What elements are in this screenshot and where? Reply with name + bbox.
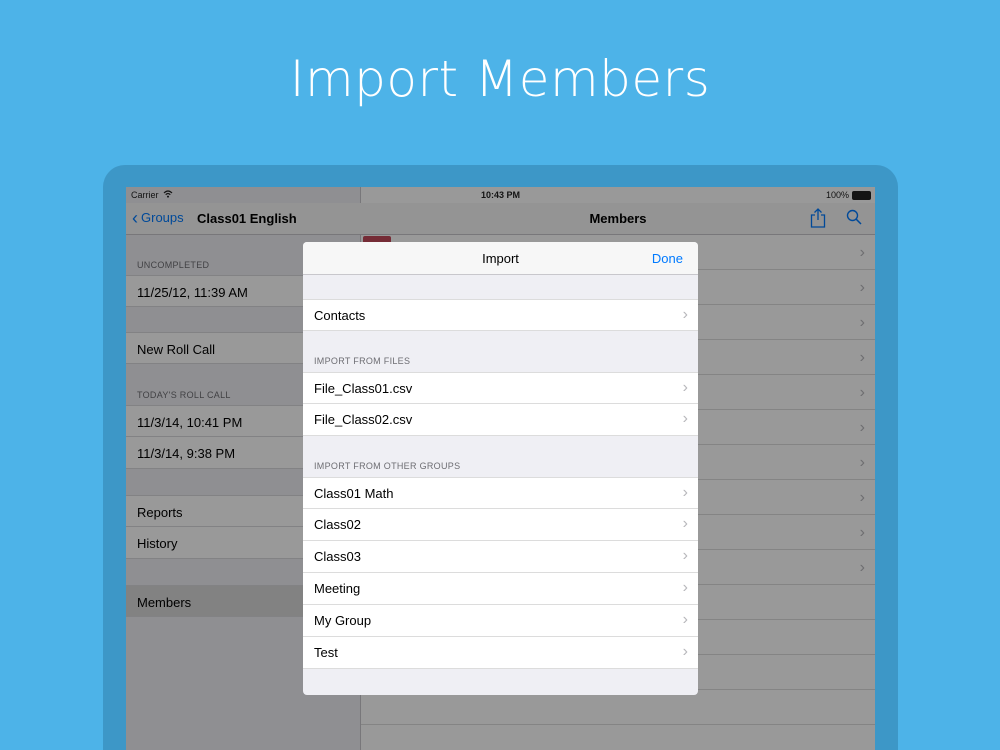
contacts-label: Contacts [314,308,366,323]
group-label: Meeting [314,581,361,596]
group-label: Class03 [314,549,361,564]
group-item[interactable]: Class03 › [303,541,698,573]
file-item[interactable]: File_Class01.csv › [303,372,698,404]
headline: Import Members [289,50,711,108]
chevron-right-icon: › [682,579,688,596]
chevron-right-icon: › [682,643,688,660]
file-label: File_Class02.csv [314,412,413,427]
modal-navbar: Import Done [303,242,698,275]
chevron-right-icon: › [682,515,688,532]
contacts-item[interactable]: Contacts › [303,299,698,331]
done-button[interactable]: Done [652,251,683,266]
import-modal: Import Done Contacts › IMPORT FROM FILES… [303,242,698,695]
group-item[interactable]: Class01 Math › [303,477,698,509]
group-item[interactable]: Class02 › [303,509,698,541]
chevron-right-icon: › [682,410,688,427]
file-item[interactable]: File_Class02.csv › [303,404,698,436]
group-label: Test [314,645,338,660]
group-item[interactable]: My Group › [303,605,698,637]
section-header-groups: IMPORT FROM OTHER GROUPS [314,461,461,471]
file-label: File_Class01.csv [314,381,413,396]
section-header-files: IMPORT FROM FILES [314,356,411,366]
group-item[interactable]: Test › [303,637,698,669]
chevron-right-icon: › [682,611,688,628]
group-label: Class02 [314,517,361,532]
chevron-right-icon: › [682,379,688,396]
group-label: Class01 Math [314,486,394,501]
chevron-right-icon: › [682,547,688,564]
chevron-right-icon: › [682,484,688,501]
group-label: My Group [314,613,372,628]
modal-title: Import [482,251,519,266]
group-item[interactable]: Meeting › [303,573,698,605]
chevron-right-icon: › [682,306,688,323]
